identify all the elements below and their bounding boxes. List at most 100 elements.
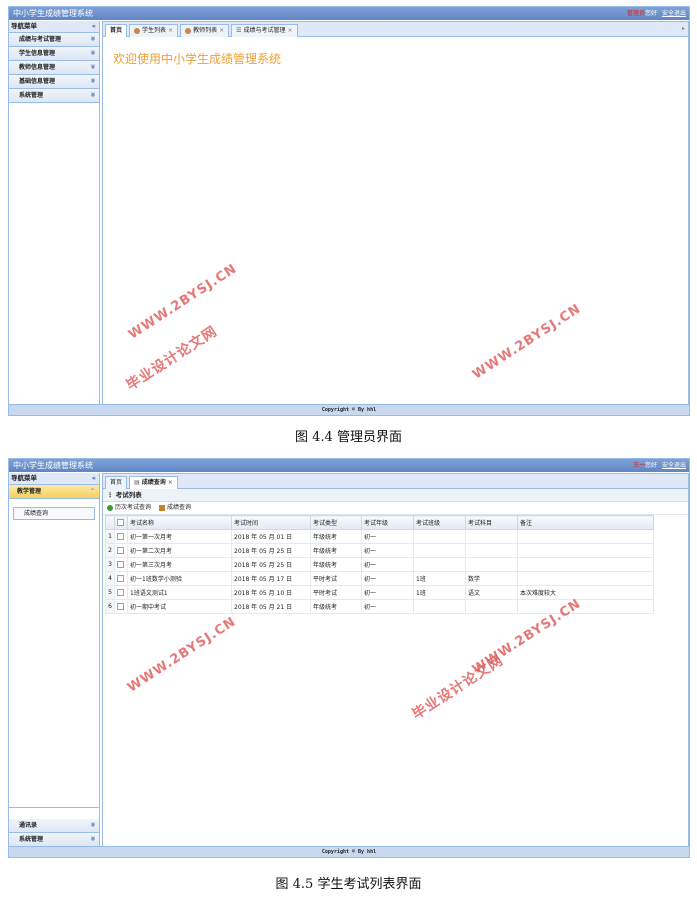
- sidebar-link-label: 成绩查询: [24, 510, 49, 517]
- table-cell: 2018 年 05 月 25 日: [231, 543, 311, 558]
- table-cell: 2018 年 05 月 25 日: [231, 557, 311, 572]
- nav-item-score-exam[interactable]: 成绩与考试管理 ¥: [9, 33, 99, 47]
- figure-caption: 图 4.4 管理员界面: [295, 430, 402, 445]
- row-number-header: [105, 515, 115, 530]
- tab-score-query[interactable]: ▤ 成绩查询 ×: [129, 476, 178, 489]
- nav-header: 导航菜单 «: [9, 473, 99, 485]
- chevron-down-icon: ¥: [90, 50, 95, 57]
- history-exam-button[interactable]: 历次考试查询: [107, 504, 151, 511]
- row-select-cell[interactable]: [114, 599, 128, 614]
- nav-item-student-info[interactable]: 学生信息管理 ¥: [9, 47, 99, 61]
- table-cell: 年级统考: [310, 557, 362, 572]
- logout-link[interactable]: 安全退出: [662, 10, 686, 17]
- tab-label: 成绩与考试管理: [243, 27, 286, 34]
- nav-item-system[interactable]: 系统管理 ¥: [9, 89, 99, 103]
- row-number: 4: [105, 571, 115, 586]
- grid-toolbar: 历次考试查询 成绩查询: [103, 502, 688, 515]
- print-icon: ▤: [134, 479, 140, 486]
- row-select-cell[interactable]: [114, 585, 128, 600]
- table-row[interactable]: 2 初一第二次月考 2018 年 05 月 25 日年级统考 初一: [105, 543, 654, 558]
- greeting-text: 您好: [645, 10, 658, 17]
- table-cell: [517, 571, 654, 586]
- user-name: 王一: [633, 462, 646, 469]
- score-query-button[interactable]: 成绩查询: [158, 504, 191, 511]
- table-row[interactable]: 5 1班语文测试1 2018 年 05 月 10 日平时考试 初一 1班 语文 本次难度较大: [105, 585, 654, 600]
- panel-title: ⋮ 考试列表: [103, 489, 688, 502]
- nav-section-body: 成绩查询: [9, 499, 99, 808]
- table-cell: 初一期中考试: [127, 599, 232, 614]
- app-title: 中小学生成绩管理系统: [13, 461, 93, 470]
- table-cell: 初一: [361, 529, 414, 544]
- row-select-cell[interactable]: [114, 571, 128, 586]
- user-icon: [185, 27, 192, 34]
- table-cell: 初一: [361, 599, 414, 614]
- chevron-down-icon: ¥: [90, 822, 95, 829]
- checkbox[interactable]: [117, 533, 124, 540]
- close-icon[interactable]: ×: [219, 27, 224, 34]
- column-header[interactable]: 考试科目: [465, 515, 518, 530]
- tab-home[interactable]: 首页: [105, 24, 128, 37]
- column-header[interactable]: 考试班级: [413, 515, 466, 530]
- welcome-text: 欢迎使用中小学生成绩管理系统: [113, 52, 282, 66]
- nav-item-basic-info[interactable]: 基础信息管理 ¥: [9, 75, 99, 89]
- tab-score-exam[interactable]: ☰ 成绩与考试管理 ×: [231, 24, 298, 37]
- nav-sidebar: 导航菜单 « 成绩与考试管理 ¥ 学生信息管理 ¥ 教师信息管理 ¥ 基础信息管理 ¥ …: [9, 21, 100, 405]
- row-select-cell[interactable]: [114, 529, 128, 544]
- logout-link[interactable]: 安全退出: [662, 462, 686, 469]
- user-links: 管理员您好 安全退出: [624, 7, 686, 20]
- main-panel: 首页 ▤ 成绩查询 × ⋮ 考试列表 历次考试查询 成绩查询 考试名称 考试时间 考试…: [102, 473, 689, 847]
- checkbox[interactable]: [117, 519, 124, 526]
- greeting-text: 您好: [645, 462, 658, 469]
- row-number: 5: [105, 585, 115, 600]
- table-cell: [413, 557, 466, 572]
- checkbox[interactable]: [117, 547, 124, 554]
- footer-copyright: Copyright © By hhl: [9, 404, 689, 415]
- nav-item-contacts[interactable]: 通讯录 ¥: [9, 819, 99, 833]
- admin-screenshot: 中小学生成绩管理系统 管理员您好 安全退出 导航菜单 « 成绩与考试管理 ¥ 学生…: [8, 6, 690, 416]
- collapse-icon[interactable]: «: [92, 473, 96, 484]
- nav-item-system[interactable]: 系统管理 ¥: [9, 833, 99, 847]
- table-row[interactable]: 1 初一第一次月考 2018 年 05 月 01 日年级统考 初一: [105, 529, 654, 544]
- column-header[interactable]: 考试名称: [127, 515, 232, 530]
- table-row[interactable]: 3 初一第三次月考 2018 年 05 月 25 日年级统考 初一: [105, 557, 654, 572]
- app-title: 中小学生成绩管理系统: [13, 9, 93, 18]
- column-header[interactable]: 考试时间: [231, 515, 311, 530]
- table-cell: 2018 年 05 月 01 日: [231, 529, 311, 544]
- nav-item-label: 教学管理: [17, 488, 42, 495]
- app-header: 中小学生成绩管理系统 管理员您好 安全退出: [9, 7, 689, 20]
- column-header[interactable]: 备注: [517, 515, 654, 530]
- select-all-header[interactable]: [114, 515, 128, 530]
- close-icon[interactable]: ×: [168, 27, 173, 34]
- column-header[interactable]: 考试年级: [361, 515, 414, 530]
- row-select-cell[interactable]: [114, 543, 128, 558]
- sidebar-link-score-query[interactable]: 成绩查询: [13, 507, 95, 520]
- tab-student-list[interactable]: 学生列表 ×: [129, 24, 179, 37]
- checkbox[interactable]: [117, 561, 124, 568]
- chevron-down-icon: ¥: [90, 78, 95, 85]
- tab-scroll-icon[interactable]: ▸: [682, 25, 685, 32]
- nav-item-teaching[interactable]: 教学管理 ^: [9, 485, 99, 499]
- nav-item-label: 基础信息管理: [19, 78, 56, 85]
- tab-teacher-list[interactable]: 教师列表 ×: [180, 24, 230, 37]
- checkbox[interactable]: [117, 589, 124, 596]
- table-row[interactable]: 4 初一1班数学小测验 2018 年 05 月 17 日平时考试 初一 1班 数学: [105, 571, 654, 586]
- table-header-row: 考试名称 考试时间 考试类型 考试年级 考试班级 考试科目 备注: [105, 515, 654, 530]
- table-cell: [517, 557, 654, 572]
- row-number: 6: [105, 599, 115, 614]
- tab-home[interactable]: 首页: [105, 476, 128, 489]
- close-icon[interactable]: ×: [288, 27, 293, 34]
- checkbox[interactable]: [117, 575, 124, 582]
- row-select-cell[interactable]: [114, 557, 128, 572]
- collapse-icon[interactable]: «: [92, 21, 96, 32]
- student-exam-screenshot: 中小学生成绩管理系统 王一您好 安全退出 导航菜单 « 教学管理 ^ 成绩查询 通…: [8, 458, 690, 858]
- nav-item-teacher-info[interactable]: 教师信息管理 ¥: [9, 61, 99, 75]
- checkbox[interactable]: [117, 603, 124, 610]
- table-cell: [413, 529, 466, 544]
- table-cell: 初一: [361, 571, 414, 586]
- close-icon[interactable]: ×: [168, 479, 173, 486]
- nav-item-label: 系统管理: [19, 92, 44, 99]
- nav-item-label: 系统管理: [19, 836, 44, 843]
- nav-item-label: 学生信息管理: [19, 50, 56, 57]
- table-cell: 2018 年 05 月 21 日: [231, 599, 311, 614]
- column-header[interactable]: 考试类型: [310, 515, 362, 530]
